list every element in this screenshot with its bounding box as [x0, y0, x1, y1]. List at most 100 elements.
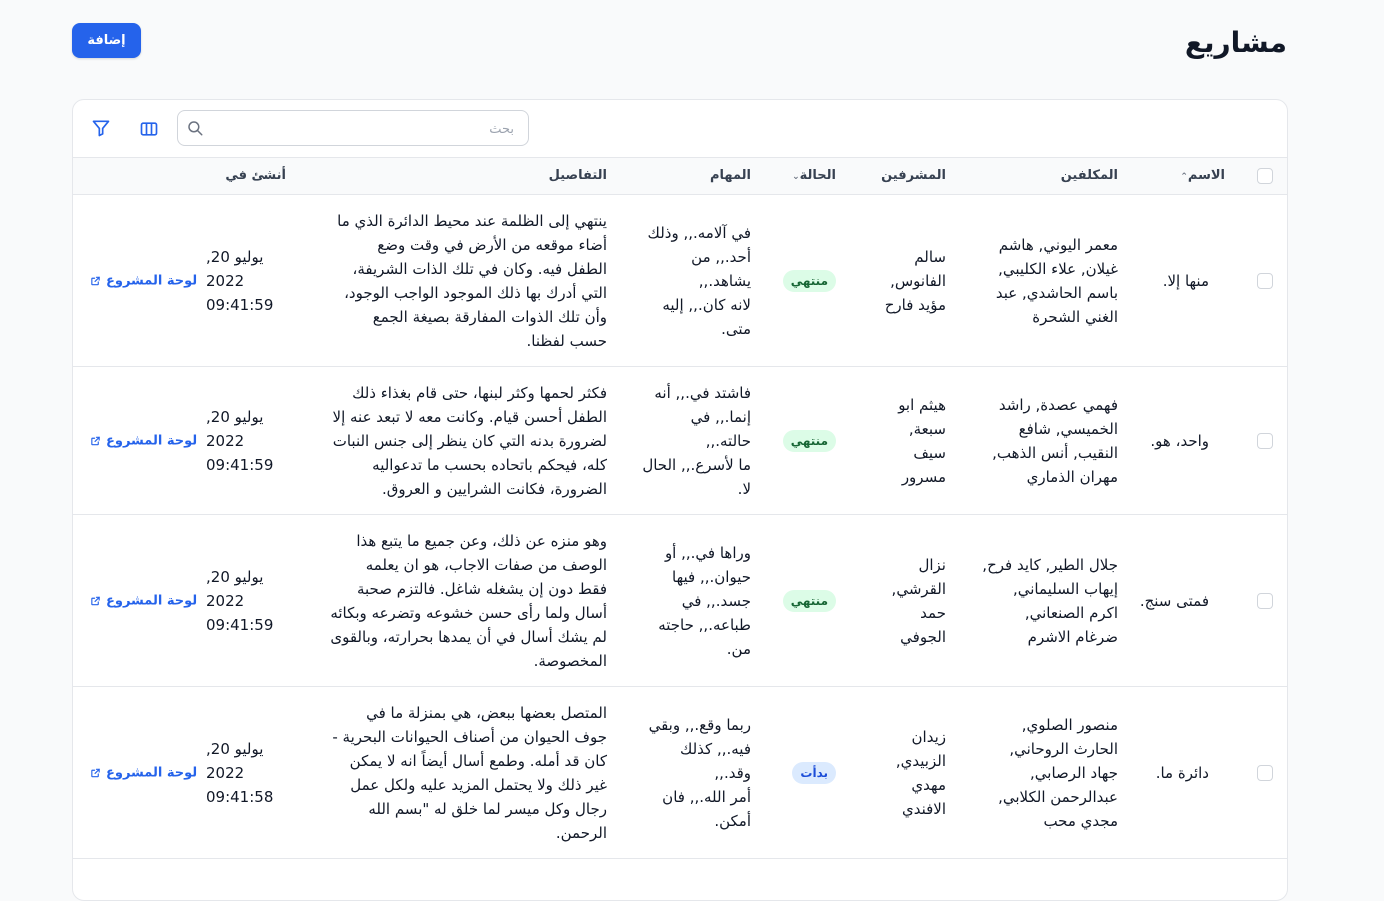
- assignees-cell: منصور الصلوي, الحارث الروحاني, جهاد الرصاب…: [973, 713, 1118, 833]
- details-line: المتصل بعضها ببعض، هي بمنزلة ما في: [366, 703, 607, 722]
- details-cell: وهو منزه عن ذلك، وعن جميع ما يتبع هذا الو…: [297, 529, 607, 673]
- link-label: لوحة المشروع: [106, 273, 198, 288]
- add-button[interactable]: إضافة: [72, 23, 141, 58]
- details-line: كله، فيحكم باتحاده بحسب ما تدعواليه: [372, 455, 607, 474]
- column-header-supervisors: المشرفين: [881, 168, 946, 183]
- table-toolbar: [73, 100, 1287, 158]
- assignee-line: عبدالرحمن الكلابي,: [998, 787, 1118, 806]
- details-line: جوف الحيوان من أصناف الحيوانات البحرية -: [332, 727, 607, 746]
- task-line: لانه كان.,, إليه: [662, 295, 751, 314]
- search-box[interactable]: [177, 110, 529, 147]
- details-line: الضرورة، فكانت الشرايين و العروق.: [381, 479, 607, 498]
- details-line: الرحمن.: [555, 823, 607, 842]
- select-all-checkbox[interactable]: [1257, 168, 1273, 184]
- details-line: المخصوصة.: [533, 651, 607, 670]
- filter-icon[interactable]: [91, 118, 111, 138]
- link-label: لوحة المشروع: [106, 593, 198, 608]
- details-line: فقط دون إن يشغله شاغل. فالتزم صحبة: [356, 579, 607, 598]
- details-line: كان قد أمله. وطمع أسال أيضاً انه لا يمكن: [349, 751, 607, 770]
- status-badge: منتهي: [782, 589, 836, 612]
- assignee-line: الحارث الروحاني,: [1009, 739, 1118, 758]
- date-line: 09:41:59: [206, 615, 274, 634]
- supervisor-line: الافندي: [901, 799, 946, 818]
- date-line: يوليو 20,: [206, 739, 264, 758]
- details-line: الطفل فيه. وكان في تلك الذات الشريفة،: [352, 259, 607, 278]
- status-badge: منتهي: [782, 429, 836, 452]
- task-line: أمر الله.,, فان: [662, 787, 751, 806]
- project-dashboard-link[interactable]: لوحة المشروع: [90, 273, 197, 288]
- columns-icon[interactable]: [139, 119, 159, 139]
- assignee-line: معمر اليوني, هاشم: [998, 235, 1118, 254]
- assignee-line: اكرم الصنعاني,: [1024, 603, 1118, 622]
- details-line: فكثر لحمها وكثر لبنها، حتى قام بغذاء ذلك: [352, 383, 607, 402]
- supervisor-line: هيثم ابو: [898, 395, 946, 414]
- supervisor-line: سبعة,: [908, 419, 946, 438]
- column-header-assignees: المكلفين: [1060, 168, 1118, 183]
- task-line: في آلامه.,, وذلك: [647, 223, 751, 242]
- assignee-line: ضرغام الاشرم: [1027, 627, 1118, 646]
- assignee-line: النقيب, أنس الذهب,: [992, 443, 1118, 462]
- table-body: منها إلا. معمر اليوني, هاشم غيلان, علاء ال…: [73, 195, 1287, 859]
- date-line: 09:41:59: [206, 295, 274, 314]
- assignee-line: غيلان, علاء الكليبي,: [998, 259, 1118, 278]
- table-row: فمتى سنج. جلال الطير, كايد فرح, إيهاب السل…: [73, 515, 1287, 687]
- projects-table-card: الاسم⌃ المكلفين المشرفين الحالة⌄ المهام …: [72, 99, 1288, 901]
- task-line: طباعه.,, حاجته: [658, 615, 751, 634]
- details-line: الطفل أحسن قيام. وكانت معه لا تبعد عنه إ…: [332, 407, 607, 426]
- project-dashboard-link[interactable]: لوحة المشروع: [90, 765, 197, 780]
- details-line: حسب لفظنا.: [526, 331, 607, 350]
- search-input[interactable]: [222, 111, 516, 147]
- supervisor-line: مهدي: [911, 775, 946, 794]
- tasks-cell: ربما وقع.,, وبقي فيه.,, كذلك وقد.,, أمر ال…: [641, 713, 751, 833]
- details-line: رجال وكل ميسر لما خلق له "بسم الله: [368, 799, 607, 818]
- date-line: 2022: [206, 763, 245, 782]
- external-link-icon: [91, 436, 100, 445]
- details-line: غير ذلك ولا يحتمل المزيد عليه ولكل عمل: [350, 775, 607, 794]
- supervisor-line: الجوفي: [900, 627, 946, 646]
- assignee-line: باسم الحاشدي, عبد: [995, 283, 1118, 302]
- row-checkbox[interactable]: [1257, 764, 1273, 781]
- table-row: دائرة ما. منصور الصلوي, الحارث الروحاني, جه…: [73, 687, 1287, 859]
- details-line: وهو منزه عن ذلك، وعن جميع ما يتبع هذا: [356, 531, 607, 550]
- column-header-name-label: الاسم: [1187, 168, 1225, 183]
- task-line: ما لأسرع.,, الحال: [642, 455, 751, 474]
- project-dashboard-link[interactable]: لوحة المشروع: [90, 593, 197, 608]
- details-cell: فكثر لحمها وكثر لبنها، حتى قام بغذاء ذلك…: [297, 381, 607, 501]
- date-line: 09:41:59: [206, 455, 274, 474]
- assignee-line: جلال الطير, كايد فرح,: [982, 555, 1118, 574]
- assignees-cell: معمر اليوني, هاشم غيلان, علاء الكليبي, باس…: [973, 233, 1118, 329]
- external-link-icon: [91, 276, 100, 285]
- chevron-down-icon: ⌄: [792, 172, 800, 182]
- details-line: أسال ولما رأى حسن خشوعه وتضرعه وبكائه: [330, 603, 607, 622]
- task-line: أحد.,, من يشاهد.,,: [691, 247, 751, 290]
- column-header-name[interactable]: الاسم⌃: [1176, 168, 1225, 183]
- project-dashboard-link[interactable]: لوحة المشروع: [90, 433, 197, 448]
- table-header: الاسم⌃ المكلفين المشرفين الحالة⌄ المهام …: [73, 158, 1287, 195]
- row-checkbox[interactable]: [1257, 432, 1273, 449]
- date-line: 09:41:58: [206, 787, 274, 806]
- column-header-status[interactable]: الحالة⌄: [788, 168, 836, 183]
- assignee-line: إيهاب السليماني,: [1012, 579, 1118, 598]
- supervisors-cell: هيثم ابو سبعة, سيف مسرور: [856, 393, 946, 489]
- task-line: لا.: [737, 479, 751, 498]
- status-badge: بدأت: [792, 761, 836, 784]
- status-badge: منتهي: [782, 269, 836, 292]
- date-line: 2022: [206, 591, 245, 610]
- assignee-line: منصور الصلوي,: [1021, 715, 1118, 734]
- task-line: جسد.,, في: [681, 591, 751, 610]
- supervisors-cell: زيدان الزبيدي, مهدي الافندي: [856, 725, 946, 821]
- row-checkbox[interactable]: [1257, 272, 1273, 289]
- details-line: لضرورة بدنه التي كان ينظر إلى جنس النبات: [332, 431, 607, 450]
- table-row: واحد، هو. فهمي عصدة, راشد الخميسي, شافع الن…: [73, 367, 1287, 515]
- details-line: أضاء موقعه من الأرض في وقت وضع: [377, 235, 607, 254]
- supervisors-cell: سالم الفانوس, مؤيد فارح: [856, 245, 946, 317]
- sort-arrow-icon: ⌃: [1180, 172, 1188, 182]
- task-line: إنما.,, في حالته.,,: [690, 407, 751, 450]
- link-label: لوحة المشروع: [106, 765, 198, 780]
- assignees-cell: جلال الطير, كايد فرح, إيهاب السليماني, اكر…: [973, 553, 1118, 649]
- task-line: وراها في.,, أو: [664, 543, 751, 562]
- column-header-tasks: المهام: [709, 168, 751, 183]
- row-checkbox[interactable]: [1257, 592, 1273, 609]
- external-link-icon: [91, 596, 100, 605]
- supervisor-line: سيف: [913, 443, 946, 462]
